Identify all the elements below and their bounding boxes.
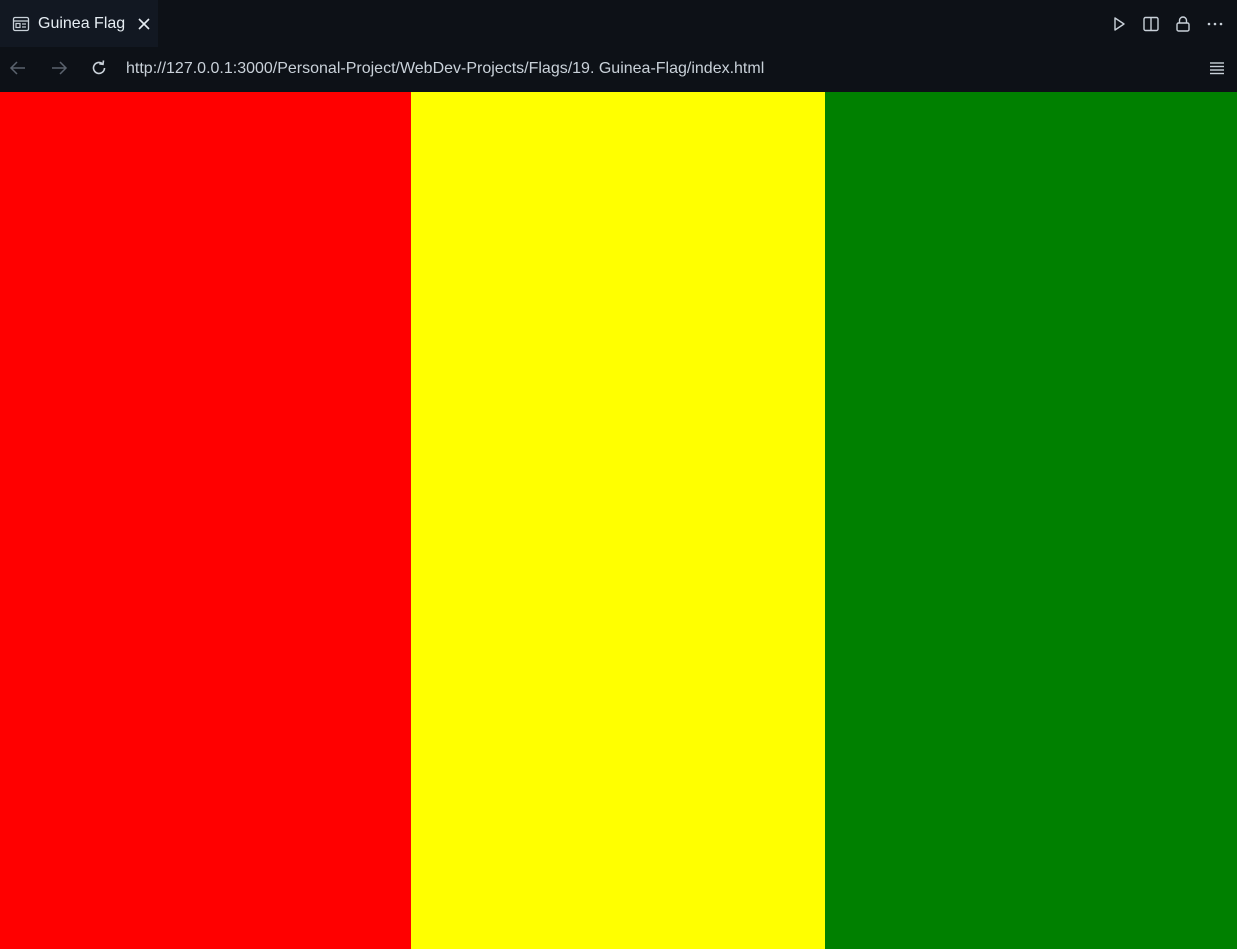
more-icon[interactable] [1205, 14, 1225, 34]
preview-icon [12, 15, 30, 33]
reload-icon[interactable] [88, 57, 110, 79]
flag-stripe-green [825, 92, 1237, 949]
run-icon[interactable] [1109, 14, 1129, 34]
url-field[interactable]: http://127.0.0.1:3000/Personal-Project/W… [126, 57, 764, 81]
browser-preview-window: Guinea Flag http://127.0.0.1:3000/Person… [0, 0, 1237, 949]
hamburger-menu-icon[interactable] [1207, 57, 1227, 79]
tab-guinea-flag[interactable]: Guinea Flag [0, 0, 158, 47]
tab-bar: Guinea Flag [0, 0, 1237, 47]
page-viewport [0, 92, 1237, 949]
arrow-left-icon[interactable] [7, 57, 29, 79]
lock-icon[interactable] [1173, 14, 1193, 34]
tab-label: Guinea Flag [38, 14, 126, 32]
address-bar: http://127.0.0.1:3000/Personal-Project/W… [0, 47, 1237, 92]
flag-stripe-yellow [411, 92, 825, 949]
arrow-right-icon[interactable] [48, 57, 70, 79]
close-icon[interactable] [136, 16, 152, 32]
flag-stripe-red [0, 92, 411, 949]
split-editor-icon[interactable] [1141, 14, 1161, 34]
editor-actions [1097, 0, 1225, 47]
